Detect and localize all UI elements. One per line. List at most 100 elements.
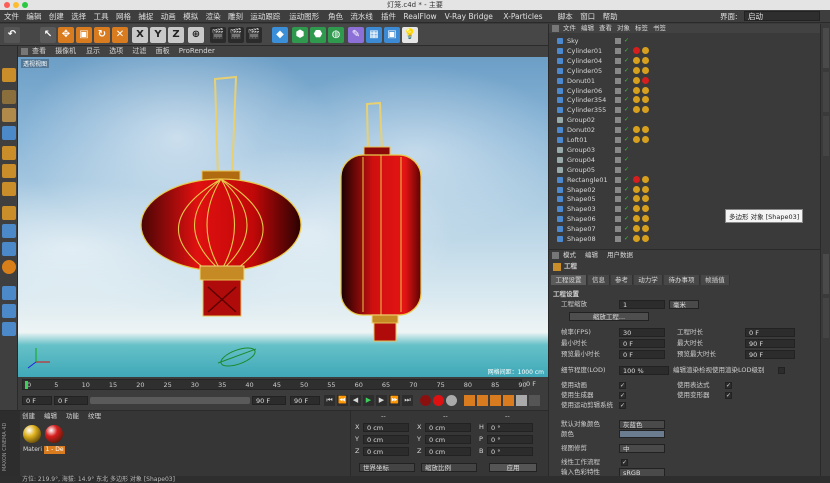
material-tag-icon[interactable] bbox=[642, 205, 649, 213]
object-manager-menu-item[interactable]: 对象 bbox=[617, 24, 630, 33]
end-frame-field[interactable]: 90 F bbox=[290, 396, 320, 405]
coord-field[interactable]: 0 ° bbox=[487, 423, 533, 432]
material-menu-item[interactable]: 创建 bbox=[22, 412, 35, 421]
material-tag-icon[interactable] bbox=[633, 56, 640, 64]
attribute-field-value[interactable]: 90 F bbox=[745, 339, 795, 348]
menu-item[interactable]: 脚本 bbox=[558, 10, 573, 23]
enabled-check-icon[interactable]: ✓ bbox=[624, 176, 629, 183]
material-tag-icon[interactable] bbox=[633, 126, 640, 134]
record-icon[interactable] bbox=[420, 395, 431, 406]
attribute-tab[interactable]: 参考 bbox=[611, 275, 633, 285]
menu-item[interactable]: 动画 bbox=[161, 10, 176, 23]
keyframe-selection-icon[interactable] bbox=[446, 395, 457, 406]
enabled-check-icon[interactable]: ✓ bbox=[624, 127, 629, 133]
object-row[interactable]: Cylinder355 ✓ bbox=[549, 105, 821, 115]
visibility-toggle-icon[interactable] bbox=[615, 57, 621, 64]
zoom-window-button[interactable] bbox=[22, 2, 28, 8]
spline-object[interactable] bbox=[219, 344, 258, 369]
enabled-check-icon[interactable]: ✓ bbox=[624, 146, 629, 153]
material-menu-item[interactable]: 编辑 bbox=[44, 412, 57, 421]
objects-side-tab[interactable] bbox=[823, 28, 829, 68]
enabled-check-icon[interactable]: ✓ bbox=[624, 67, 629, 74]
menu-item[interactable]: 网格 bbox=[116, 10, 131, 23]
render-view-icon[interactable]: 🎬 bbox=[210, 27, 226, 43]
enabled-check-icon[interactable]: ✓ bbox=[624, 186, 629, 193]
enabled-check-icon[interactable]: ✓ bbox=[624, 57, 629, 64]
material-tag-icon[interactable] bbox=[642, 225, 649, 233]
menu-item[interactable]: X-Particles bbox=[503, 10, 542, 23]
coord-field[interactable]: 0 cm bbox=[425, 423, 471, 432]
menu-item[interactable]: 捕捉 bbox=[138, 10, 153, 23]
enabled-check-icon[interactable]: ✓ bbox=[624, 196, 629, 202]
prev-key-icon[interactable]: ⏪ bbox=[337, 395, 348, 406]
object-manager-menu-item[interactable]: 书签 bbox=[653, 24, 666, 33]
playhead[interactable] bbox=[25, 381, 28, 389]
material-tag-icon[interactable] bbox=[633, 86, 640, 94]
visibility-toggle-icon[interactable] bbox=[615, 127, 621, 134]
enabled-check-icon[interactable]: ✓ bbox=[624, 216, 629, 222]
goto-end-icon[interactable]: ⏭ bbox=[402, 395, 413, 406]
viewport-menu-item[interactable]: 查看 bbox=[32, 46, 46, 57]
default-color-select[interactable]: 灰蓝色 bbox=[619, 420, 665, 429]
visibility-toggle-icon[interactable] bbox=[615, 38, 621, 44]
menu-item[interactable]: 窗口 bbox=[580, 10, 595, 23]
attribute-field-value[interactable]: 0 F bbox=[619, 350, 665, 359]
linear-workflow-checkbox[interactable]: ✓ bbox=[621, 459, 628, 466]
menu-item[interactable]: 模拟 bbox=[183, 10, 198, 23]
visibility-toggle-icon[interactable] bbox=[615, 166, 621, 173]
visibility-toggle-icon[interactable] bbox=[615, 236, 621, 242]
material-tag-icon[interactable] bbox=[633, 225, 640, 233]
object-row[interactable]: Group05 ✓ bbox=[549, 165, 821, 175]
apply-button[interactable]: 应用 bbox=[489, 463, 537, 472]
menu-item[interactable]: 雕刻 bbox=[228, 10, 243, 23]
visibility-toggle-icon[interactable] bbox=[615, 206, 621, 213]
camera-icon[interactable]: ▣ bbox=[384, 27, 400, 43]
material-tag-icon[interactable] bbox=[642, 46, 649, 54]
scale-project-button[interactable]: 缩放工程... bbox=[569, 312, 649, 321]
menu-item[interactable]: V-Ray Bridge bbox=[445, 10, 493, 23]
object-row[interactable]: Loft01 ✓ bbox=[549, 135, 821, 145]
object-row[interactable]: Group04 ✓ bbox=[549, 155, 821, 165]
visibility-toggle-icon[interactable] bbox=[615, 137, 621, 143]
object-manager-icons-icon[interactable] bbox=[552, 25, 559, 32]
color-swatch[interactable] bbox=[619, 430, 665, 438]
preview-end-field[interactable]: 90 F bbox=[252, 396, 286, 405]
object-row[interactable]: Shape02 ✓ bbox=[549, 185, 821, 195]
model-mode-icon[interactable] bbox=[2, 90, 16, 104]
snap-icon[interactable] bbox=[2, 260, 16, 274]
recent-tool-icon[interactable]: ✕ bbox=[112, 27, 128, 43]
enable-axis-icon[interactable] bbox=[2, 206, 16, 220]
attributes-side-tab[interactable] bbox=[823, 254, 829, 294]
points-mode-icon[interactable] bbox=[2, 146, 16, 160]
key-pla-icon[interactable] bbox=[516, 395, 527, 406]
menu-item[interactable]: 渲染 bbox=[206, 10, 221, 23]
coord-field[interactable]: 0 ° bbox=[487, 447, 533, 456]
attribute-tab[interactable]: 信息 bbox=[588, 275, 610, 285]
visibility-toggle-icon[interactable] bbox=[615, 146, 621, 153]
material-tag-icon[interactable] bbox=[633, 185, 640, 193]
grid-icon[interactable] bbox=[2, 286, 16, 300]
material-tag-icon[interactable] bbox=[642, 56, 649, 64]
enabled-check-icon[interactable]: ✓ bbox=[624, 206, 629, 212]
material-tag-icon[interactable] bbox=[633, 205, 640, 213]
preview-range-slider[interactable] bbox=[90, 397, 250, 404]
menu-item[interactable]: 帮助 bbox=[603, 10, 618, 23]
coord-field[interactable]: 0 cm bbox=[363, 423, 409, 432]
object-row[interactable]: Cylinder06 ✓ bbox=[549, 86, 821, 96]
menu-item[interactable]: RealFlow bbox=[403, 10, 436, 23]
enabled-check-icon[interactable]: ✓ bbox=[624, 226, 629, 232]
material-tag-icon[interactable] bbox=[633, 106, 640, 114]
object-row[interactable]: Shape07 ✓ bbox=[549, 224, 821, 234]
coord-field[interactable]: 0 cm bbox=[363, 435, 409, 444]
coordinate-system-icon[interactable]: ⊕ bbox=[188, 27, 204, 43]
menu-item[interactable]: 编辑 bbox=[26, 10, 41, 23]
attribute-menu-item[interactable]: 模式 bbox=[563, 251, 576, 260]
attribute-tab[interactable]: 工程设置 bbox=[551, 275, 587, 285]
object-manager-menu-item[interactable]: 编辑 bbox=[581, 24, 594, 33]
visibility-toggle-icon[interactable] bbox=[615, 156, 621, 163]
menu-item[interactable]: 运动图形 bbox=[289, 10, 319, 23]
axis-x-button[interactable]: X bbox=[132, 27, 148, 43]
visibility-toggle-icon[interactable] bbox=[615, 176, 621, 183]
spline-icon[interactable]: ✎ bbox=[348, 27, 364, 43]
object-row[interactable]: Sky ✓ bbox=[549, 36, 821, 46]
